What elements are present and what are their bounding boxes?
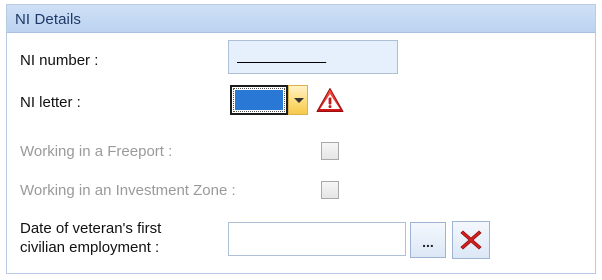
investment-zone-label: Working in an Investment Zone : [20,182,236,199]
ni-number-label: NI number : [20,52,99,69]
browse-button[interactable]: ... [410,222,446,258]
veteran-date-input[interactable] [228,222,406,256]
freeport-label: Working in a Freeport : [20,143,173,160]
close-icon [460,230,482,250]
panel-title: NI Details [15,11,82,28]
warning-icon [316,87,344,113]
ni-number-value: __________ [237,47,326,64]
investment-zone-checkbox[interactable] [321,181,339,199]
veteran-date-label-line1: Date of veteran's first [20,220,162,237]
ni-letter-field[interactable] [230,85,288,115]
panel-header: NI Details [7,5,595,33]
ni-letter-combo[interactable] [230,85,308,115]
ni-letter-dropdown-button[interactable] [288,85,308,115]
chevron-down-icon [294,98,304,103]
clear-date-button[interactable] [452,221,490,259]
browse-button-label: ... [422,234,434,250]
veteran-date-label-line2: civilian employment : [20,239,160,256]
ni-letter-selection [235,90,283,110]
ni-letter-label: NI letter : [20,94,81,111]
ni-number-input[interactable]: __________ [228,40,398,74]
freeport-checkbox[interactable] [321,142,339,160]
